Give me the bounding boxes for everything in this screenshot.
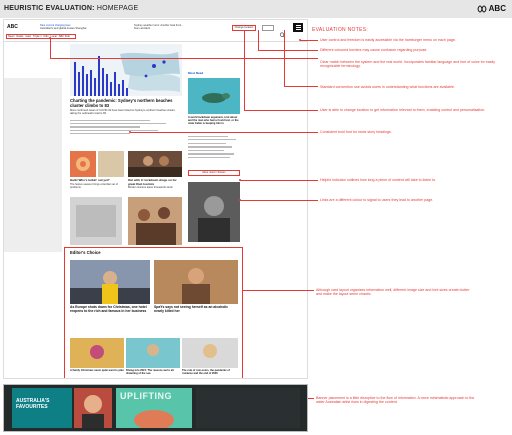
most-read-title: Most Read [188, 71, 204, 75]
more-just-in-button[interactable]: More Just In Stories [188, 170, 240, 176]
mid-right-story: Out with it: lockdown drags on for great… [128, 178, 177, 190]
editors-story-4: Diving into 2021: The reasons we're all … [126, 369, 174, 376]
note-10: Banner placement is a little disruptive … [316, 396, 475, 405]
editors-story-3: A family Christmas never quite went to p… [70, 369, 124, 372]
banner-portrait [74, 388, 112, 428]
connector-line [244, 110, 318, 111]
connector-line [240, 200, 318, 201]
hero-image[interactable] [70, 44, 182, 96]
main-nav: News Radio iview Triple J Kids Local ABC… [6, 34, 76, 39]
sidebar-image-turtle[interactable] [188, 78, 240, 114]
card-image-grey[interactable] [70, 197, 122, 245]
nav-item[interactable]: Kids [43, 35, 48, 38]
connector-dot [129, 131, 131, 133]
note-9: Although card layout organises informati… [316, 288, 470, 297]
connector-line [258, 30, 259, 50]
connector-line [240, 180, 318, 181]
connector-line [50, 38, 51, 58]
note-6: Consistent bold font for news story head… [320, 130, 392, 134]
site-logo[interactable]: ABC [7, 24, 18, 30]
connector-dot [239, 179, 241, 181]
mid-left-story: Hark! Who's lurkin' out yet? The festive… [70, 178, 118, 189]
connector-line [284, 30, 285, 86]
banner-right-text: UPLIFTING [120, 391, 172, 401]
card-image-brown[interactable] [128, 151, 182, 177]
search-icon[interactable] [278, 25, 288, 38]
note-8: Links are a different colour to signal t… [320, 198, 434, 202]
abc-lissajous-icon [477, 5, 487, 12]
top-link[interactable]: Teen accident [134, 27, 214, 30]
note-2: Different coloured borders may cause con… [320, 48, 428, 52]
connector-dot [299, 39, 301, 41]
abc-logo: ABC [477, 4, 506, 13]
left-gutter [4, 78, 62, 252]
editors-story-2: SpaYs says not seeing herself as an alco… [154, 305, 229, 313]
connector-line [244, 30, 245, 110]
editors-choice-title: Editor's Choice [70, 250, 101, 255]
editors-image-4[interactable] [126, 338, 180, 368]
connector-line [258, 50, 318, 51]
sidebar-list [188, 132, 240, 159]
connector-line [50, 58, 318, 59]
connector-line [300, 40, 318, 41]
note-4: Standard convention use avoids users in … [320, 85, 455, 89]
hero-story: Charting the pandemic: Sydney's northern… [70, 98, 182, 115]
sidebar-story-1: A world lockdown argument, a lot about a… [188, 116, 239, 126]
nav-item[interactable]: ABC Kids [59, 35, 70, 38]
editors-image-2[interactable] [154, 260, 238, 304]
banner-left-text: AUSTRALIA'S FAVOURITES [16, 398, 50, 410]
hamburger-menu-icon[interactable] [293, 23, 303, 32]
note-5: User is able to change location to get i… [320, 108, 486, 112]
homepage-mockup: ABC Nine current charging fees Australia… [3, 19, 308, 379]
connector-line [284, 86, 318, 87]
hero-summary: More confirmed cases of COVID-19 have be… [70, 109, 176, 116]
banner-right-panel[interactable]: UPLIFTING [116, 388, 192, 428]
editors-image-3[interactable] [70, 338, 124, 368]
card-image-beige[interactable] [98, 151, 124, 177]
hero-headline[interactable]: Charting the pandemic: Sydney's northern… [70, 98, 182, 108]
editors-story-1: As Europe shuts down for Christmas, one … [70, 305, 147, 313]
note-7: Helpful indicator outlines how long a pi… [320, 178, 437, 182]
nav-item[interactable]: Local [51, 35, 57, 38]
page-title: HEURISTIC EVALUATION: HOMEPAGE [4, 5, 139, 12]
note-3: Clear match between the system and the r… [320, 60, 495, 69]
notes-title: EVALUATION NOTES: [312, 27, 369, 33]
card-image-orange[interactable] [70, 151, 96, 177]
user-icon[interactable] [262, 25, 274, 31]
connector-dot [239, 199, 241, 201]
note-1: User control and freedom is easily acces… [320, 38, 456, 42]
sidebar-image-portrait[interactable] [188, 182, 240, 242]
editors-image-5[interactable] [182, 338, 238, 368]
connector-line [242, 290, 314, 291]
nav-item[interactable]: Triple J [33, 35, 41, 38]
connector-line [308, 398, 314, 399]
top-story-links-2: Sydney weather turns: Another heat front… [134, 24, 214, 30]
editors-image-1[interactable] [70, 260, 150, 304]
connector-dot [49, 37, 51, 39]
nav-item[interactable]: iview [25, 35, 31, 38]
nav-item[interactable]: News [8, 35, 15, 38]
chart-illustration [70, 44, 182, 96]
editors-story-5: The role of rom-coms, the pandemic of ro… [182, 369, 230, 376]
connector-line [130, 132, 318, 133]
banner-left-panel[interactable]: AUSTRALIA'S FAVOURITES [12, 388, 72, 428]
top-story-links: Nine current charging fees Australian's … [40, 24, 130, 30]
banner-dark-panel [196, 388, 300, 428]
nav-item[interactable]: Radio [17, 35, 24, 38]
card-image-people[interactable] [128, 197, 182, 245]
top-link[interactable]: Australian's and global trustee Shanghai [40, 27, 130, 30]
